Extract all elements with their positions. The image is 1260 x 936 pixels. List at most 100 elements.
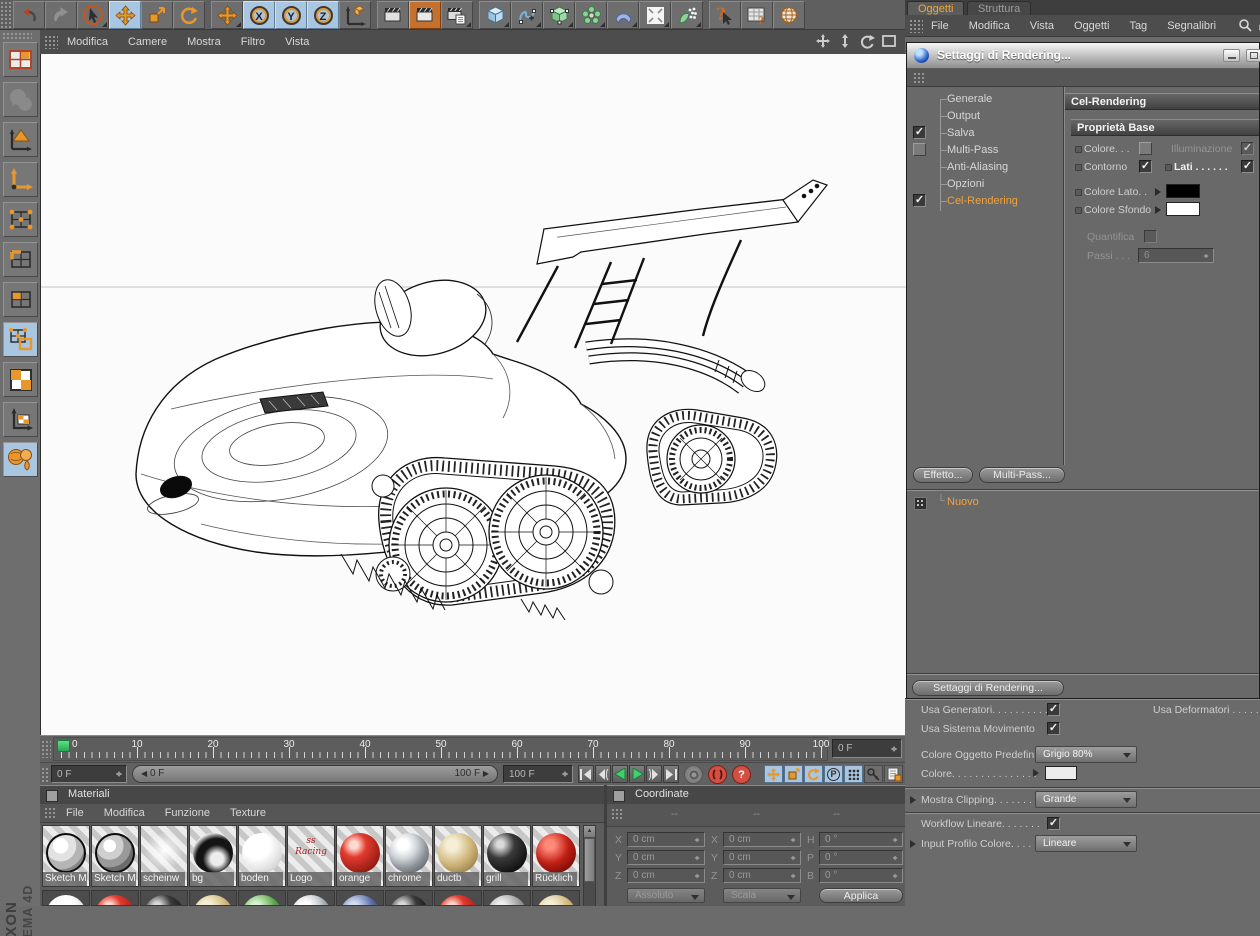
materials-menu-handle[interactable]	[44, 807, 57, 819]
mode-toolbar-handle[interactable]	[2, 32, 32, 40]
material-item[interactable]: Sketch M	[91, 825, 139, 887]
rotate-tool-button[interactable]	[173, 1, 205, 29]
tree-item-output[interactable]: Output	[947, 110, 980, 122]
polygons-mode-button[interactable]	[3, 282, 38, 317]
viewport-zoom-icon[interactable]	[837, 33, 853, 49]
maximize-button[interactable]	[1246, 49, 1260, 62]
texture-mode-button[interactable]	[3, 362, 38, 397]
material-item[interactable]	[140, 890, 188, 906]
input-profilo-select[interactable]: Lineare	[1035, 835, 1137, 852]
add-deformer-button[interactable]	[607, 1, 639, 29]
timeline-ruler[interactable]: 0 10 20 30 40 50 60 70 80 90 100	[53, 737, 828, 761]
material-item[interactable]	[287, 890, 335, 906]
tree-item-antialiasing[interactable]: Anti-Aliasing	[947, 161, 1008, 173]
colore-lato-swatch[interactable]	[1166, 184, 1200, 198]
search-icon[interactable]	[1238, 18, 1253, 33]
coord-field-pos-y[interactable]: 0 cm	[627, 850, 705, 865]
panel-icon[interactable]	[613, 790, 625, 802]
edges-mode-button[interactable]	[3, 242, 38, 277]
tab-oggetti[interactable]: Oggetti	[907, 1, 964, 16]
material-item[interactable]	[189, 890, 237, 906]
keyframe-selection-toggle[interactable]	[864, 765, 883, 783]
lock-y-button[interactable]: Y	[275, 1, 307, 29]
render-view-button[interactable]	[377, 1, 409, 29]
viewport-canvas[interactable]	[40, 54, 906, 735]
play-forward-button[interactable]	[629, 765, 645, 783]
panel-icon[interactable]	[46, 790, 58, 802]
viewport-menu-vista[interactable]: Vista	[285, 36, 309, 48]
coord-field-pos-z[interactable]: 0 cm	[627, 868, 705, 883]
celrendering-checkbox[interactable]: ✓	[913, 194, 926, 207]
section-title-bar[interactable]: Proprietà Base	[1071, 119, 1259, 136]
next-key-button[interactable]	[646, 765, 662, 783]
illuminazione-checkbox[interactable]: ✓	[1241, 142, 1254, 155]
multipass-button[interactable]: Multi-Pass...	[979, 467, 1065, 483]
mostra-clipping-select[interactable]: Grande	[1035, 791, 1137, 808]
project-settings-button[interactable]	[884, 765, 903, 783]
viewport-toggle-icon[interactable]	[881, 33, 897, 49]
redo-button[interactable]	[45, 1, 77, 29]
toolbar-drag-handle[interactable]	[0, 1, 13, 29]
lock-z-button[interactable]: Z	[307, 1, 339, 29]
tree-item-generale[interactable]: Generale	[947, 93, 992, 105]
apply-button[interactable]: Applica	[819, 888, 903, 903]
effetto-button[interactable]: Effetto...	[913, 467, 973, 483]
material-item[interactable]: scheinw	[140, 825, 188, 887]
coordinate-menu-handle[interactable]	[611, 808, 624, 821]
colore-sfondo-swatch[interactable]	[1166, 202, 1200, 216]
record-button[interactable]	[708, 765, 727, 784]
workflow-checkbox[interactable]: ✓	[1047, 817, 1060, 830]
help-pointer-button[interactable]: ?	[709, 1, 741, 29]
contorno-checkbox[interactable]: ✓	[1139, 160, 1152, 173]
spinner-arrows-icon[interactable]	[562, 768, 569, 780]
viewport-menu-camere[interactable]: Camere	[128, 36, 167, 48]
material-item[interactable]	[483, 890, 531, 906]
coord-mode-select[interactable]: Assoluto	[627, 888, 705, 903]
minimize-button[interactable]	[1223, 49, 1240, 62]
dialog-menu-handle[interactable]	[913, 72, 926, 84]
record-pla-toggle[interactable]	[844, 765, 863, 783]
panel-drag-handle[interactable]	[909, 19, 923, 33]
record-rotation-toggle[interactable]	[804, 765, 823, 783]
material-item[interactable]: Sketch M	[42, 825, 90, 887]
menu-file[interactable]: File	[931, 20, 949, 32]
material-item[interactable]	[385, 890, 433, 906]
lock-x-button[interactable]: X	[243, 1, 275, 29]
coord-field-rot-b[interactable]: 0 °	[819, 868, 903, 883]
materials-menu-texture[interactable]: Texture	[230, 807, 266, 819]
timeline-handle[interactable]	[41, 740, 51, 758]
animation-mode-button[interactable]	[3, 442, 38, 477]
tree-splitter[interactable]	[1063, 87, 1065, 465]
move-axis-button[interactable]	[211, 1, 243, 29]
add-particles-button[interactable]	[671, 1, 703, 29]
materials-menu-funzione[interactable]: Funzione	[165, 807, 210, 819]
coord-field-rot-p[interactable]: 0 °	[819, 850, 903, 865]
coord-field-scale-z[interactable]: 0 cm	[723, 868, 801, 883]
input-profilo-expander[interactable]	[910, 840, 920, 848]
salva-checkbox[interactable]: ✓	[913, 126, 926, 139]
add-subdivision-button[interactable]	[543, 1, 575, 29]
goto-start-button[interactable]	[578, 765, 594, 783]
end-frame-field[interactable]: 100 F	[503, 765, 573, 783]
viewport-pan-icon[interactable]	[815, 33, 831, 49]
mostra-clipping-expander[interactable]	[910, 796, 920, 804]
lati-checkbox[interactable]: ✓	[1241, 160, 1254, 173]
world-coordinates-button[interactable]	[3, 82, 38, 117]
multipass-checkbox[interactable]	[913, 143, 926, 156]
current-frame-field[interactable]: 0 F	[51, 765, 127, 783]
render-picture-viewer-button[interactable]	[409, 1, 441, 29]
menu-tag[interactable]: Tag	[1129, 20, 1147, 32]
add-array-button[interactable]	[575, 1, 607, 29]
move-tool-button[interactable]	[109, 1, 141, 29]
colore-swatch[interactable]	[1045, 766, 1077, 780]
spinner-arrows-icon[interactable]	[116, 768, 123, 780]
play-backward-button[interactable]	[612, 765, 628, 783]
spinner-arrows-icon[interactable]	[891, 743, 898, 755]
viewport-menu-handle[interactable]	[44, 35, 58, 49]
colore-lato-expander[interactable]	[1155, 188, 1165, 196]
material-item[interactable]: chrome	[385, 825, 433, 887]
menu-segnalibri[interactable]: Segnalibri	[1167, 20, 1216, 32]
coord-field-pos-x[interactable]: 0 cm	[627, 832, 705, 847]
dialog-titlebar[interactable]: Settaggi di Rendering...	[907, 43, 1259, 69]
viewport-menu-modifica[interactable]: Modifica	[67, 36, 108, 48]
